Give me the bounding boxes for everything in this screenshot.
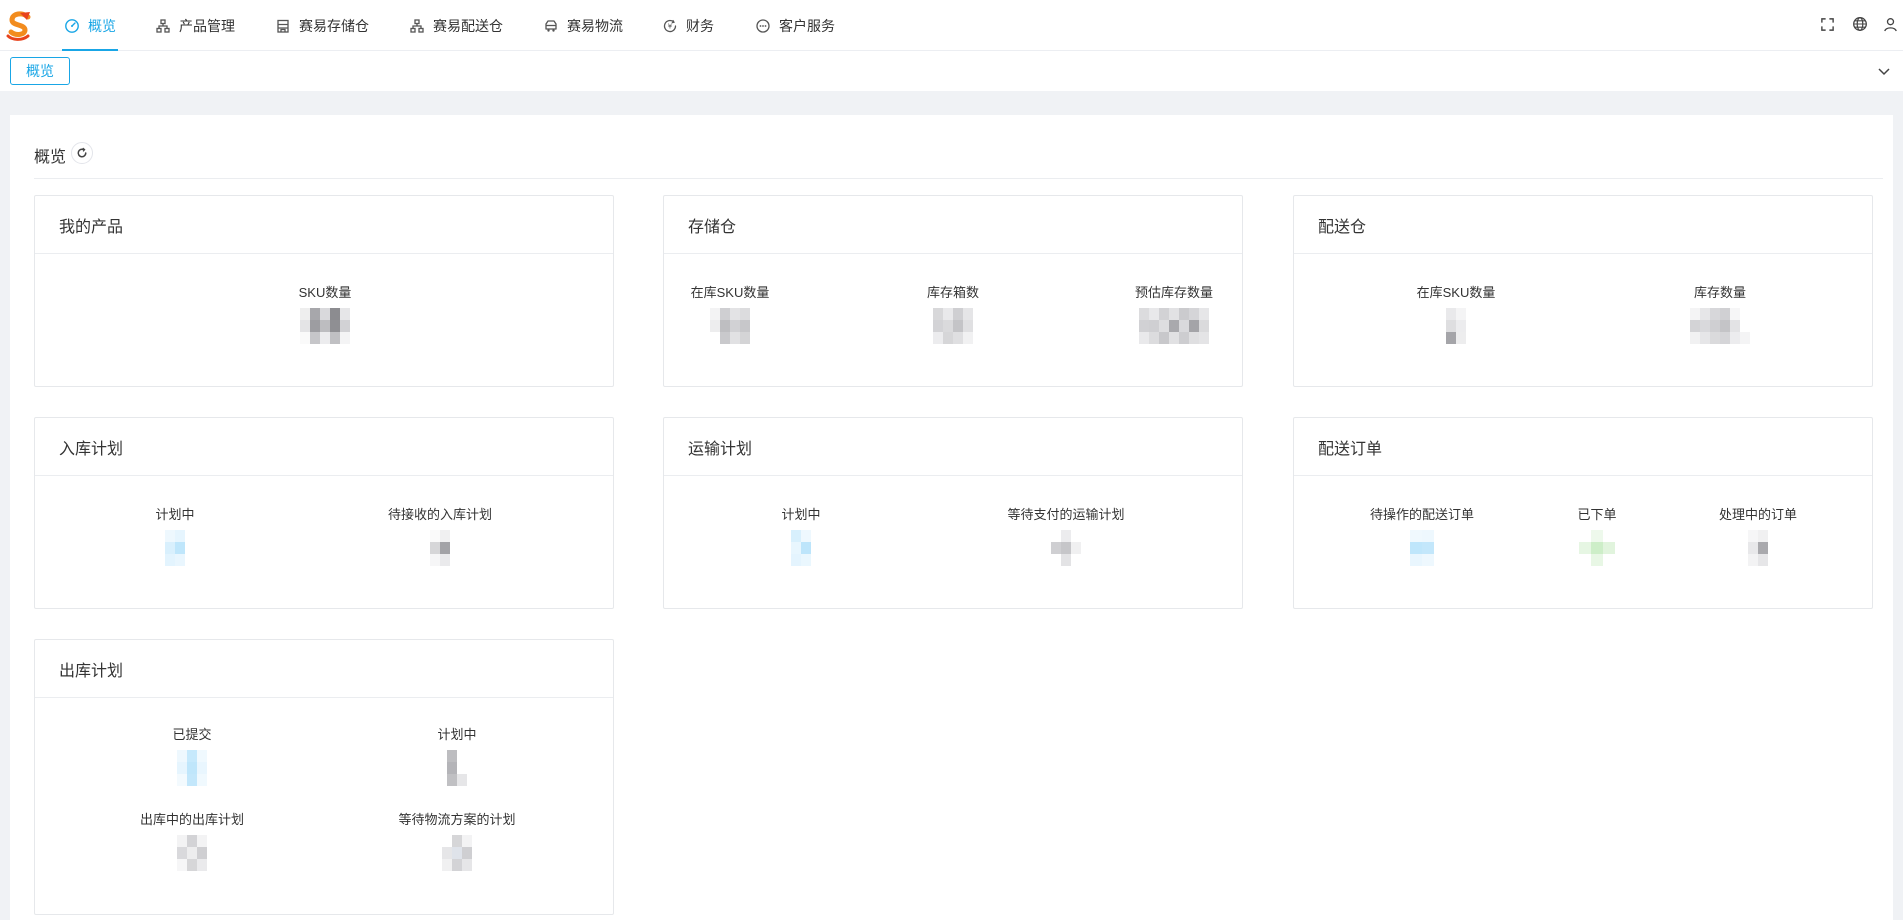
nav-item-label: 客户服务 <box>779 17 835 34</box>
nav-item-label: 赛易配送仓 <box>433 17 503 34</box>
nav-item-label: 概览 <box>88 17 116 34</box>
card-storage-warehouse: 存储仓 在库SKU数量 库存箱数 预估库存数量 <box>663 195 1243 387</box>
stat-value <box>1690 308 1750 344</box>
stat-label: 库存数量 <box>1693 285 1747 300</box>
stat-label: 预估库存数量 <box>1134 285 1214 300</box>
stat-label: 在库SKU数量 <box>690 285 770 300</box>
stat-label: 已提交 <box>172 727 212 742</box>
globe-icon[interactable] <box>1851 15 1869 33</box>
chevron-down-icon[interactable] <box>1876 63 1892 79</box>
stat-label: SKU数量 <box>298 285 352 300</box>
nav-item-logistics[interactable]: 赛易物流 <box>543 0 623 51</box>
card-transport-plans: 运输计划 计划中 等待支付的运输计划 <box>663 417 1243 609</box>
nav-item-delivery-warehouse[interactable]: 赛易配送仓 <box>409 0 503 51</box>
nav-item-label: 产品管理 <box>179 17 235 34</box>
stat-label: 在库SKU数量 <box>1416 285 1496 300</box>
stat-label: 等待支付的运输计划 <box>1007 507 1125 522</box>
nav-item-overview[interactable]: 概览 <box>62 0 118 51</box>
nav-item-label: 财务 <box>686 17 714 34</box>
stat-value <box>1410 530 1434 566</box>
dashboard-icon <box>64 18 80 34</box>
tab-overview[interactable]: 概览 <box>10 57 70 85</box>
stat-value <box>1446 308 1466 344</box>
stat-value <box>1748 530 1768 566</box>
card-my-products: 我的产品 SKU数量 <box>34 195 614 387</box>
refresh-button[interactable] <box>71 142 93 164</box>
fullscreen-icon[interactable] <box>1818 15 1836 33</box>
sitemap-icon <box>409 18 425 34</box>
user-icon[interactable] <box>1881 15 1899 33</box>
stat-label: 已下单 <box>1577 507 1617 522</box>
chat-icon <box>755 18 771 34</box>
card-title: 配送订单 <box>1294 418 1872 476</box>
svg-text:¥: ¥ <box>668 22 673 30</box>
top-navigation: 概览 产品管理 赛易存储仓 赛易配送仓 赛易物流 ¥ 财务 客户服务 <box>0 0 1903 51</box>
stat-value <box>1579 530 1615 566</box>
refresh-icon <box>77 147 87 158</box>
card-outbound-plans: 出库计划 已提交 计划中 出库中的出库计划 等待物流方案的计划 <box>34 639 614 915</box>
page-title: 概览 <box>34 149 67 166</box>
stat-label: 计划中 <box>155 507 195 522</box>
card-title: 存储仓 <box>664 196 1242 254</box>
card-delivery-orders: 配送订单 待操作的配送订单 已下单 处理中的订单 <box>1293 417 1873 609</box>
stat-label: 待接收的入库计划 <box>387 507 493 522</box>
warehouse-icon <box>275 18 291 34</box>
stat-value <box>165 530 185 566</box>
nav-item-label: 赛易存储仓 <box>299 17 369 34</box>
card-inbound-plans: 入库计划 计划中 待接收的入库计划 <box>34 417 614 609</box>
stat-label: 库存箱数 <box>926 285 980 300</box>
card-delivery-warehouse: 配送仓 在库SKU数量 库存数量 <box>1293 195 1873 387</box>
stat-value <box>177 835 207 871</box>
card-title: 我的产品 <box>35 196 613 254</box>
stat-value <box>791 530 811 566</box>
finance-icon: ¥ <box>662 18 678 34</box>
stat-label: 出库中的出库计划 <box>139 812 245 827</box>
nav-item-label: 赛易物流 <box>567 17 623 34</box>
stat-label: 计划中 <box>781 507 821 522</box>
stat-value <box>1139 308 1209 344</box>
nav-item-storage-warehouse[interactable]: 赛易存储仓 <box>275 0 369 51</box>
main-panel: 概览 我的产品 SKU数量 存储仓 在库SKU数量 库存箱数 预估库存数量 配送… <box>10 115 1893 920</box>
stat-value <box>710 308 750 344</box>
nav-item-finance[interactable]: ¥ 财务 <box>662 0 714 51</box>
stat-value <box>1051 530 1081 566</box>
divider <box>34 178 1883 179</box>
nav-item-customer-service[interactable]: 客户服务 <box>755 0 835 51</box>
stat-value <box>442 835 472 871</box>
stat-label: 待操作的配送订单 <box>1369 507 1475 522</box>
card-title: 入库计划 <box>35 418 613 476</box>
stat-label: 处理中的订单 <box>1718 507 1798 522</box>
tabs-bar <box>0 51 1903 91</box>
truck-icon <box>543 18 559 34</box>
stat-label: 计划中 <box>437 727 477 742</box>
stat-value <box>300 308 350 344</box>
stat-value <box>430 530 450 566</box>
brand-logo[interactable] <box>6 11 34 41</box>
card-title: 出库计划 <box>35 640 613 698</box>
stat-value <box>933 308 973 344</box>
sitemap-icon <box>155 18 171 34</box>
stat-value <box>447 750 467 786</box>
nav-item-product-management[interactable]: 产品管理 <box>155 0 235 51</box>
stat-label: 等待物流方案的计划 <box>398 812 516 827</box>
stat-value <box>177 750 207 786</box>
card-title: 运输计划 <box>664 418 1242 476</box>
card-title: 配送仓 <box>1294 196 1872 254</box>
